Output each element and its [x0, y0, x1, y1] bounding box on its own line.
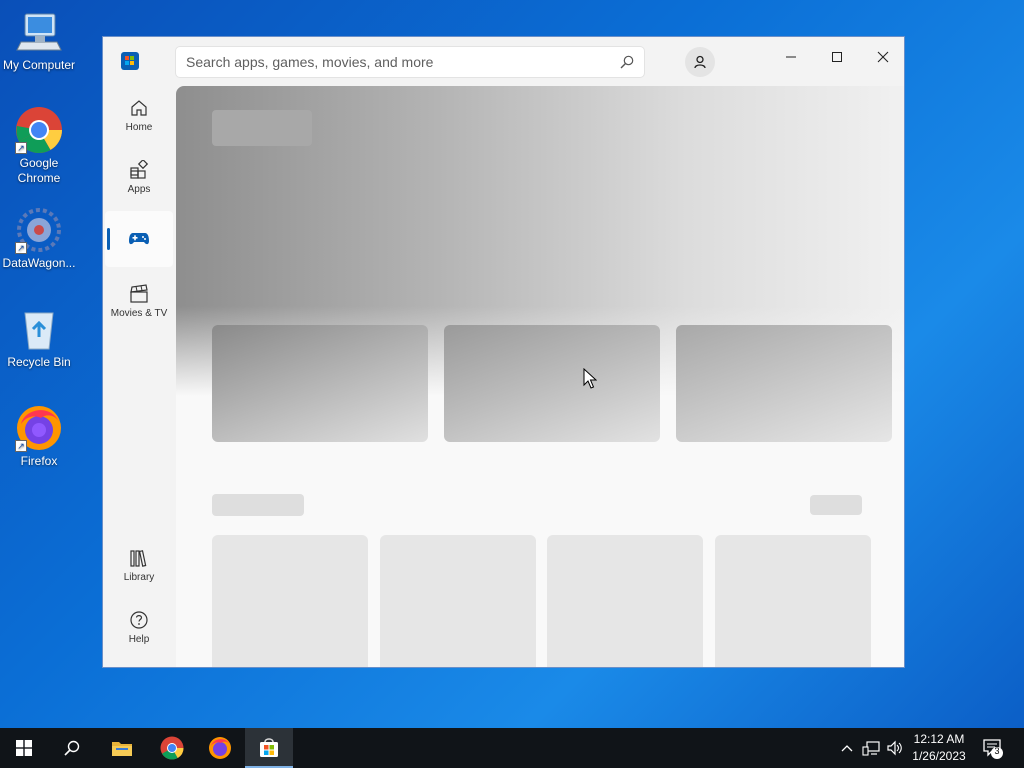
nav-label: Help [128, 633, 150, 645]
volume-tray-button[interactable] [884, 728, 906, 768]
app-tile-placeholder[interactable] [380, 535, 536, 667]
desktop-icon-firefox[interactable]: ↗ Firefox [0, 404, 78, 469]
mouse-cursor-icon [583, 368, 597, 389]
computer-icon [15, 8, 63, 56]
chrome-icon [160, 736, 184, 760]
active-indicator [107, 228, 110, 250]
taskbar: 12:12 AM 1/26/2023 3 [0, 728, 1024, 768]
home-icon [131, 99, 147, 116]
taskbar-microsoft-store[interactable] [245, 728, 293, 768]
desktop-icon-my-computer[interactable]: My Computer [0, 8, 78, 73]
featured-card-placeholder[interactable] [676, 325, 892, 442]
taskbar-search-button[interactable] [48, 728, 96, 768]
store-logo-icon [121, 52, 139, 70]
see-all-placeholder[interactable] [810, 495, 862, 515]
network-tray-button[interactable] [860, 728, 882, 768]
app-tile-placeholder[interactable] [547, 535, 703, 667]
shortcut-arrow-icon: ↗ [15, 142, 27, 154]
featured-card-placeholder[interactable] [212, 325, 428, 442]
nav-gaming[interactable] [105, 211, 173, 267]
hero-title-placeholder [212, 110, 312, 146]
store-bag-icon [260, 738, 278, 757]
close-button[interactable] [860, 41, 904, 73]
nav-label: Movies & TV [110, 307, 168, 319]
desktop-icon-datawagon[interactable]: ↗ DataWagon... [0, 206, 78, 271]
nav-library[interactable]: Library [105, 537, 173, 593]
start-button[interactable] [0, 728, 48, 768]
taskbar-firefox[interactable] [196, 728, 244, 768]
recycle-bin-icon [15, 305, 63, 353]
search-placeholder: Search apps, games, movies, and more [186, 54, 434, 70]
chevron-up-icon [841, 745, 853, 752]
nav-movies-tv[interactable]: Movies & TV [105, 273, 173, 329]
person-icon [694, 55, 706, 69]
maximize-button[interactable] [814, 41, 860, 73]
apps-icon [130, 159, 149, 179]
clock-time: 12:12 AM [913, 732, 965, 746]
taskbar-chrome[interactable] [148, 728, 196, 768]
desktop-icon-google-chrome[interactable]: ↗ Google Chrome [0, 106, 78, 186]
action-center-button[interactable]: 3 [981, 736, 1005, 760]
minimize-icon [786, 56, 796, 58]
nav-label: Library [123, 571, 155, 583]
desktop-icon-label: Firefox [20, 454, 58, 468]
app-tile-placeholder[interactable] [212, 535, 368, 667]
taskbar-file-explorer[interactable] [98, 728, 146, 768]
shortcut-arrow-icon: ↗ [15, 242, 27, 254]
nav-help[interactable]: Help [105, 599, 173, 655]
desktop-icon-recycle-bin[interactable]: Recycle Bin [0, 305, 78, 370]
search-icon [64, 740, 80, 756]
library-icon [130, 549, 147, 567]
chrome-icon: ↗ [15, 106, 63, 154]
speaker-icon [887, 740, 902, 756]
main-content-loading [176, 86, 904, 667]
app-tile-placeholder[interactable] [715, 535, 871, 667]
windows-logo-icon [16, 740, 32, 756]
show-hidden-icons-button[interactable] [838, 728, 856, 768]
firefox-icon [209, 737, 231, 759]
search-icon[interactable] [620, 55, 634, 69]
title-bar: Search apps, games, movies, and more [103, 37, 904, 85]
clapperboard-icon [130, 283, 148, 303]
network-icon [862, 741, 880, 756]
desktop-icon-label: Google Chrome [17, 156, 61, 185]
desktop-icon-label: Recycle Bin [7, 355, 71, 369]
firefox-icon: ↗ [15, 404, 63, 452]
close-icon [877, 51, 889, 63]
nav-apps[interactable]: Apps [105, 149, 173, 205]
section-title-placeholder [212, 494, 304, 516]
account-avatar[interactable] [685, 47, 715, 77]
featured-card-placeholder[interactable] [444, 325, 660, 442]
shortcut-arrow-icon: ↗ [15, 440, 27, 452]
desktop-icon-label: My Computer [2, 58, 76, 72]
search-input[interactable]: Search apps, games, movies, and more [175, 46, 645, 78]
datawagon-icon: ↗ [15, 206, 63, 254]
minimize-button[interactable] [768, 41, 814, 73]
clock-date: 1/26/2023 [912, 749, 966, 763]
gamepad-icon [129, 233, 149, 245]
nav-home[interactable]: Home [105, 87, 173, 143]
desktop-icon-label: DataWagon... [2, 256, 76, 270]
clock[interactable]: 12:12 AM 1/26/2023 [906, 731, 972, 765]
folder-icon [112, 742, 132, 756]
notification-count-badge: 3 [994, 746, 1000, 756]
microsoft-store-window: Search apps, games, movies, and more Hom… [102, 36, 905, 668]
nav-label: Home [125, 121, 153, 133]
maximize-icon [832, 52, 842, 62]
navigation-sidebar: Home Apps Movies & TV Library Help [103, 85, 175, 667]
help-icon [130, 610, 148, 629]
nav-label: Apps [127, 183, 151, 195]
